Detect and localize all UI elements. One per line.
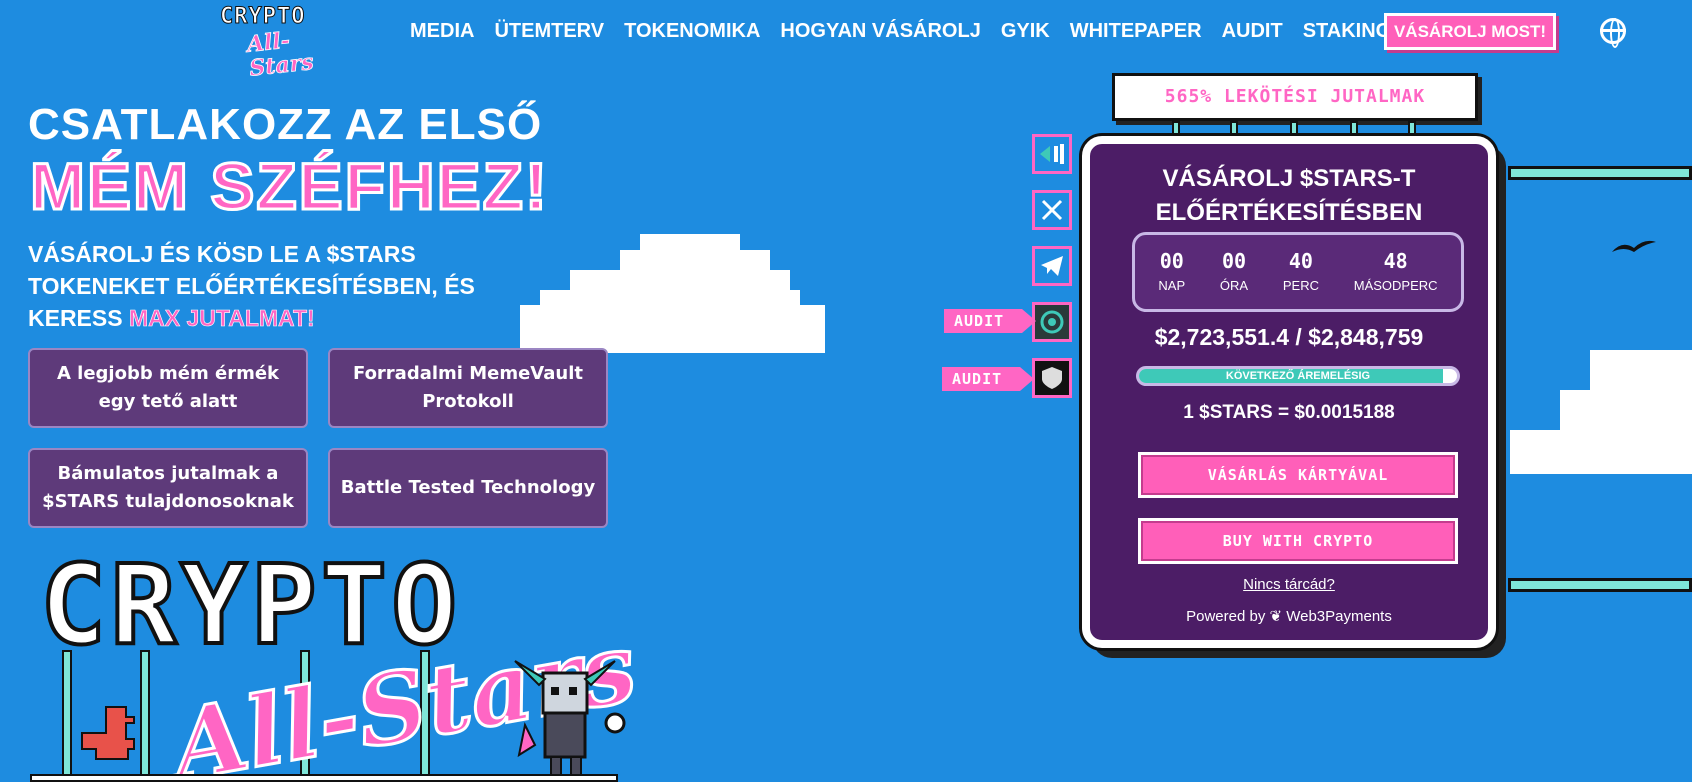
countdown-days: 00 NAP	[1158, 249, 1185, 295]
widget-title: VÁSÁROLJ $STARS-T ELŐÉRTÉKESÍTÉSBEN	[1090, 162, 1488, 230]
countdown-timer: 00 NAP 00 ÓRA 40 PERC 48 MÁSODPERC	[1132, 232, 1464, 312]
hero-subtitle: VÁSÁROLJ ÉS KÖSD LE A $STARS TOKENEKET E…	[28, 238, 508, 334]
presale-widget: VÁSÁROLJ $STARS-T ELŐÉRTÉKESÍTÉSBEN 00 N…	[1082, 136, 1496, 648]
nav-audit[interactable]: AUDIT	[1222, 14, 1283, 48]
bird-icon	[1612, 240, 1656, 252]
widget-title-line1: VÁSÁROLJ $STARS-T	[1162, 165, 1416, 192]
countdown-seconds: 48 MÁSODPERC	[1354, 249, 1438, 295]
coinmarketcap-icon[interactable]	[1032, 134, 1072, 174]
buy-with-crypto-button[interactable]: BUY WITH CRYPTO	[1138, 518, 1458, 564]
countdown-label: PERC	[1282, 278, 1319, 293]
presale-progress-bar: KÖVETKEZŐ ÁREMELÉSIG	[1136, 366, 1460, 386]
countdown-label: MÁSODPERC	[1353, 278, 1438, 293]
hero-subtitle-highlight: MAX JUTALMAT!	[128, 305, 315, 332]
raised-amount: $2,723,551.4 / $2,848,759	[1154, 324, 1424, 350]
feature-card: Battle Tested Technology	[328, 448, 608, 528]
audit-tag: AUDIT	[942, 367, 1034, 391]
staking-banner[interactable]: 565% LEKÖTÉSI JUTALMAK	[1112, 73, 1478, 121]
buy-now-button[interactable]: VÁSÁROLJ MOST!	[1384, 13, 1556, 50]
pixel-character-icon	[514, 660, 626, 778]
nav-tokenomics[interactable]: TOKENOMIKA	[624, 14, 760, 48]
sign-peg	[1290, 121, 1298, 137]
hero-heading-line2: MÉM SZÉFHEZ!	[29, 148, 549, 225]
main-nav: MEDIA ÜTEMTERV TOKENOMIKA HOGYAN VÁSÁROL…	[410, 14, 1411, 48]
countdown-value: 48	[1383, 249, 1408, 273]
site-logo[interactable]: CRYPTO All-Stars	[220, 5, 340, 82]
sign-post	[62, 650, 72, 780]
crypto-allstars-logo: CRYPTO All-Stars	[38, 541, 646, 782]
audit-tag: AUDIT	[944, 309, 1036, 333]
pixel-duck-icon	[81, 706, 135, 760]
feature-card: A legjobb mém érmék egy tető alatt	[28, 348, 308, 428]
big-logo-crypto: CRYPTO	[38, 541, 462, 669]
progress-label: KÖVETKEZŐ ÁREMELÉSIG	[1225, 370, 1371, 382]
telegram-icon[interactable]	[1032, 246, 1072, 286]
rail-decoration	[1508, 166, 1692, 180]
logo-text-allstars: All-Stars	[245, 27, 315, 82]
sign-peg	[1230, 121, 1238, 137]
nav-roadmap[interactable]: ÜTEMTERV	[494, 14, 604, 48]
buy-with-card-button[interactable]: VÁSÁRLÁS KÁRTYÁVAL	[1138, 452, 1458, 498]
feature-card: Forradalmi MemeVault Protokoll	[328, 348, 608, 428]
token-price: 1 $STARS = $0.0015188	[1183, 402, 1395, 423]
countdown-value: 40	[1288, 249, 1313, 273]
sign-peg	[1350, 121, 1358, 137]
globe-icon[interactable]	[1600, 18, 1626, 48]
nav-how-to-buy[interactable]: HOGYAN VÁSÁROLJ	[780, 14, 980, 48]
hero-heading-line1: CSATLAKOZZ AZ ELSŐ	[28, 100, 543, 149]
feature-card: Bámulatos jutalmak a $STARS tulajdonosok…	[28, 448, 308, 528]
sign-base	[30, 774, 618, 782]
countdown-value: 00	[1159, 249, 1184, 273]
audit-solidproof-icon[interactable]	[1032, 358, 1072, 398]
rail-decoration	[1508, 578, 1692, 592]
x-icon[interactable]	[1032, 190, 1072, 230]
powered-by-text: Powered by ❦ Web3Payments	[1186, 608, 1392, 625]
no-wallet-link[interactable]: Nincs tárcád?	[1090, 576, 1488, 593]
countdown-value: 00	[1221, 249, 1247, 273]
countdown-hours: 00 ÓRA	[1220, 249, 1248, 295]
sign-peg	[1408, 121, 1416, 137]
countdown-label: NAP	[1158, 278, 1186, 293]
countdown-minutes: 40 PERC	[1283, 249, 1319, 295]
nav-whitepaper[interactable]: WHITEPAPER	[1070, 14, 1202, 48]
sign-peg	[1172, 121, 1180, 137]
countdown-label: ÓRA	[1219, 278, 1249, 293]
audit-coinsult-icon[interactable]	[1032, 302, 1072, 342]
widget-title-line2: ELŐÉRTÉKESÍTÉSBEN	[1155, 199, 1423, 226]
nav-faq[interactable]: GYIK	[1001, 14, 1050, 48]
nav-media[interactable]: MEDIA	[410, 14, 474, 48]
nav-staking[interactable]: STAKING	[1303, 14, 1392, 48]
